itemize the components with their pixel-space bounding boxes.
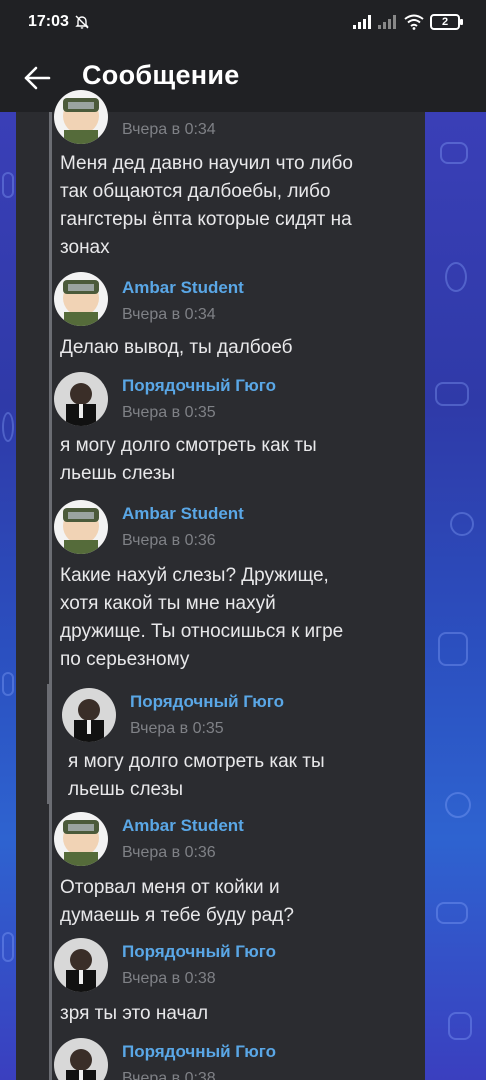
hugo-avatar-icon bbox=[54, 1038, 108, 1080]
avatar bbox=[54, 812, 108, 866]
message-item[interactable]: Вчера в 0:34 Меня дед давно научил что л… bbox=[16, 90, 425, 262]
text-line: я могу долго смотреть как ты bbox=[60, 435, 317, 456]
status-bar: 17:03 2 bbox=[0, 0, 486, 46]
text-line: хотя какой ты мне нахуй bbox=[60, 593, 276, 614]
south-park-avatar-icon bbox=[54, 272, 108, 326]
bell-off-icon bbox=[75, 15, 89, 29]
message-date: Вчера в 0:38 bbox=[122, 970, 216, 987]
avatar bbox=[54, 272, 108, 326]
avatar bbox=[62, 688, 116, 742]
page-title: Сообщение bbox=[82, 60, 240, 90]
message-item[interactable]: Ambar Student Вчера в 0:34 Делаю вывод, … bbox=[16, 272, 425, 362]
author-name[interactable]: Ambar Student bbox=[122, 816, 244, 836]
hugo-avatar-icon bbox=[54, 372, 108, 426]
message-date: Вчера в 0:34 bbox=[122, 306, 216, 323]
author-name[interactable]: Порядочный Гюго bbox=[130, 692, 284, 712]
message-text: я могу долго смотреть как ты льешь слезы bbox=[60, 432, 317, 488]
hugo-avatar-icon bbox=[54, 938, 108, 992]
avatar bbox=[54, 1038, 108, 1080]
message-date: Вчера в 0:36 bbox=[122, 532, 216, 549]
south-park-avatar-icon bbox=[54, 812, 108, 866]
south-park-avatar-icon bbox=[54, 500, 108, 554]
arrow-left-icon[interactable] bbox=[22, 63, 52, 93]
author-name[interactable]: Ambar Student bbox=[122, 504, 244, 524]
text-line: думаешь я тебе буду рад? bbox=[60, 905, 294, 926]
message-date: Вчера в 0:35 bbox=[130, 720, 224, 737]
text-line: зря ты это начал bbox=[60, 1003, 209, 1024]
text-line: льешь слезы bbox=[68, 779, 184, 800]
signal-icon bbox=[353, 15, 371, 29]
author-name[interactable]: Ambar Student bbox=[122, 278, 244, 298]
message-text: зря ты это начал bbox=[60, 1000, 208, 1028]
message-text: Делаю вывод, ты далбоеб bbox=[60, 334, 292, 362]
text-line: я могу долго смотреть как ты bbox=[68, 751, 325, 772]
message-text: Оторвал меня от койки и думаешь я тебе б… bbox=[60, 874, 294, 930]
text-line: по серьезному bbox=[60, 649, 190, 670]
message-date: Вчера в 0:36 bbox=[122, 844, 216, 861]
text-line: Делаю вывод, ты далбоеб bbox=[60, 337, 293, 358]
avatar bbox=[54, 90, 108, 144]
avatar bbox=[54, 500, 108, 554]
message-date: Вчера в 0:38 bbox=[122, 1070, 216, 1080]
status-time: 17:03 bbox=[28, 13, 69, 30]
wifi-icon bbox=[404, 14, 424, 30]
message-item[interactable]: Порядочный Гюго Вчера в 0:38 зря ты это … bbox=[16, 938, 425, 1034]
text-line: гангстеры ёпта которые сидят на bbox=[60, 209, 352, 230]
message-text: Меня дед давно научил что либо так общаю… bbox=[60, 150, 353, 262]
text-line: льешь слезы bbox=[60, 463, 176, 484]
text-line: Оторвал меня от койки и bbox=[60, 877, 280, 898]
avatar bbox=[54, 372, 108, 426]
battery-level: 2 bbox=[441, 16, 449, 28]
text-line: Какие нахуй слезы? Дружище, bbox=[60, 565, 329, 586]
south-park-avatar-icon bbox=[54, 90, 108, 144]
text-line: дружище. Ты относишься к игре bbox=[60, 621, 344, 642]
message-text: Какие нахуй слезы? Дружище, хотя какой т… bbox=[60, 562, 343, 674]
text-line: Меня дед давно научил что либо bbox=[60, 153, 353, 174]
avatar bbox=[54, 938, 108, 992]
hugo-avatar-icon bbox=[62, 688, 116, 742]
author-name[interactable]: Порядочный Гюго bbox=[122, 1042, 276, 1062]
nested-message-item[interactable]: Порядочный Гюго Вчера в 0:35 я могу долг… bbox=[16, 686, 425, 804]
battery-icon: 2 bbox=[430, 14, 463, 30]
message-item[interactable]: Порядочный Гюго Вчера в 0:35 я могу долг… bbox=[16, 372, 425, 492]
author-name[interactable]: Порядочный Гюго bbox=[122, 942, 276, 962]
author-name[interactable]: Порядочный Гюго bbox=[122, 376, 276, 396]
message-item[interactable]: Порядочный Гюго Вчера в 0:38 bbox=[16, 1038, 425, 1080]
message-date: Вчера в 0:35 bbox=[122, 404, 216, 421]
text-line: зонах bbox=[60, 237, 110, 258]
message-panel: Вчера в 0:34 Меня дед давно научил что л… bbox=[16, 90, 425, 1080]
message-date: Вчера в 0:34 bbox=[122, 121, 216, 138]
message-item[interactable]: Ambar Student Вчера в 0:36 Оторвал меня … bbox=[16, 812, 425, 932]
text-line: так общаются далбоебы, либо bbox=[60, 181, 331, 202]
message-item[interactable]: Ambar Student Вчера в 0:36 Какие нахуй с… bbox=[16, 500, 425, 680]
message-text: я могу долго смотреть как ты льешь слезы bbox=[68, 748, 325, 804]
signal-icon bbox=[378, 15, 396, 29]
